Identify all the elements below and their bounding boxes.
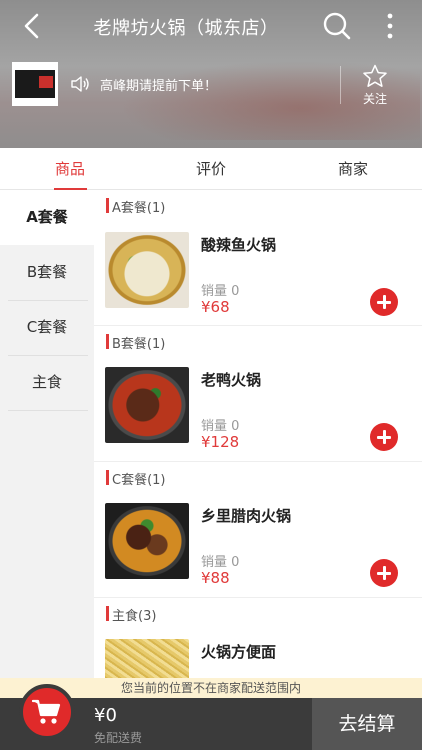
dish-sales: 销量 0 xyxy=(201,555,240,570)
follow-label: 关注 xyxy=(362,92,387,106)
shop-info-row: 高峰期请提前下单！ 关注 xyxy=(0,62,422,108)
divider xyxy=(340,66,341,104)
cart-total: ¥0 xyxy=(94,705,117,726)
dish-price: ¥68 xyxy=(201,298,230,316)
tab-goods[interactable]: 商品 xyxy=(35,148,105,190)
dish-image xyxy=(105,639,189,678)
category-sidebar: A套餐 B套餐 C套餐 主食 xyxy=(0,190,94,698)
dish-price: ¥88 xyxy=(201,569,230,587)
delivery-fee: 免配送费 xyxy=(94,731,143,745)
dish-price: ¥128 xyxy=(201,433,240,451)
dish-image xyxy=(105,232,189,308)
shopping-cart-icon xyxy=(32,699,61,724)
dish-image xyxy=(105,367,189,443)
top-bar: 老牌坊火锅（城东店） xyxy=(0,0,422,52)
checkout-button[interactable]: 去结算 xyxy=(312,698,422,750)
menu-list[interactable]: A套餐(1) 酸辣鱼火锅 销量 0 ¥68 B套餐(1) 老鸭火锅 销量 0 ¥… xyxy=(94,190,422,678)
dish-item[interactable]: 火锅方便面 xyxy=(94,639,422,678)
shop-title: 老牌坊火锅（城东店） xyxy=(93,18,279,39)
dish-sales: 销量 0 xyxy=(201,419,240,434)
divider xyxy=(8,410,88,411)
search-icon[interactable] xyxy=(322,11,352,41)
shop-notice: 高峰期请提前下单！ xyxy=(100,79,218,94)
sidebar-item-b-set[interactable]: B套餐 xyxy=(0,245,94,300)
speaker-icon xyxy=(71,76,89,92)
tab-bar: 商品 评价 商家 xyxy=(0,148,422,190)
sidebar-item-staple[interactable]: 主食 xyxy=(0,355,94,410)
section-header: A套餐(1) xyxy=(94,190,422,220)
follow-button[interactable]: 关注 xyxy=(355,64,395,106)
cart-button[interactable] xyxy=(19,684,75,740)
tab-reviews[interactable]: 评价 xyxy=(176,148,246,190)
more-icon[interactable] xyxy=(380,10,400,42)
dish-sales: 销量 0 xyxy=(201,284,240,299)
dish-image xyxy=(105,503,189,579)
dish-name: 乡里腊肉火锅 xyxy=(201,507,292,525)
section-title: B套餐(1) xyxy=(112,337,166,352)
sidebar-item-c-set[interactable]: C套餐 xyxy=(0,300,94,355)
dish-item[interactable]: 乡里腊肉火锅 销量 0 ¥88 xyxy=(94,503,422,603)
dish-item[interactable]: 老鸭火锅 销量 0 ¥128 xyxy=(94,367,422,467)
dish-name: 火锅方便面 xyxy=(201,643,277,661)
add-to-cart-button[interactable] xyxy=(370,559,398,587)
section-header: B套餐(1) xyxy=(94,325,422,355)
back-icon[interactable] xyxy=(18,12,46,40)
dish-item[interactable]: 酸辣鱼火锅 销量 0 ¥68 xyxy=(94,232,422,332)
dish-name: 老鸭火锅 xyxy=(201,371,262,389)
section-title: C套餐(1) xyxy=(112,473,166,488)
dish-name: 酸辣鱼火锅 xyxy=(201,236,277,254)
sidebar-item-a-set[interactable]: A套餐 xyxy=(0,190,94,245)
add-to-cart-button[interactable] xyxy=(370,423,398,451)
section-title: 主食(3) xyxy=(112,609,157,624)
cart-bar: ¥0 免配送费 去结算 xyxy=(0,684,422,750)
add-to-cart-button[interactable] xyxy=(370,288,398,316)
shop-header: 老牌坊火锅（城东店） 高峰期请提前下单！ 关注 xyxy=(0,0,422,148)
section-title: A套餐(1) xyxy=(112,201,166,216)
section-header: C套餐(1) xyxy=(94,461,422,491)
star-icon xyxy=(363,64,387,87)
tab-merchant[interactable]: 商家 xyxy=(318,148,388,190)
section-header: 主食(3) xyxy=(94,597,422,627)
shop-logo xyxy=(12,62,58,106)
